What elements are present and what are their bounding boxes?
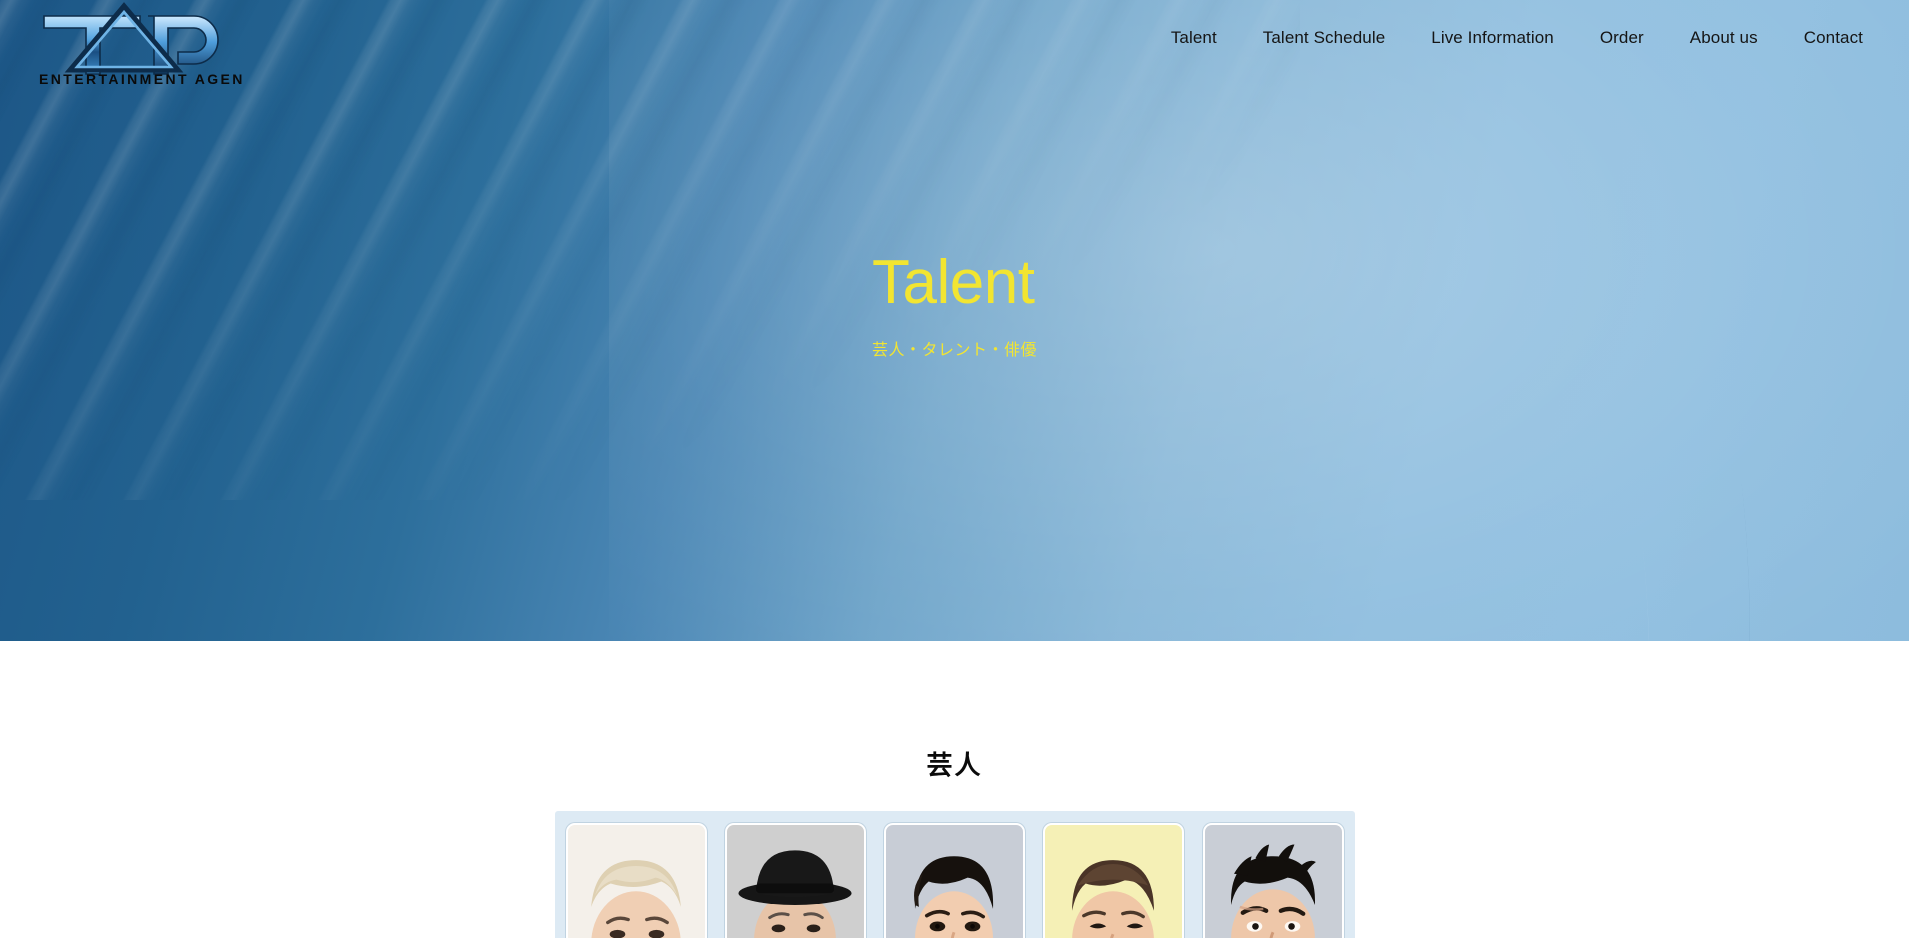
site-header: ENTERTAINMENT AGENCY Talent Talent Sched… [0,0,1909,90]
talent-card[interactable] [1043,823,1185,938]
hero-glow [609,0,1909,641]
talent-card[interactable] [1202,823,1344,938]
talent-portrait-4-image [1045,825,1183,938]
talent-card-rail [554,811,1355,938]
hero-title: Talent [872,248,1035,317]
hero-banner: ENTERTAINMENT AGENCY Talent Talent Sched… [0,0,1909,641]
main-navigation[interactable]: Talent Talent Schedule Live Information … [1148,28,1879,48]
talent-portrait-1-image [567,825,705,938]
tap-logo-icon: ENTERTAINMENT AGENCY [39,2,267,87]
nav-item-about-us[interactable]: About us [1667,28,1781,48]
hero-copy: Talent 芸人・タレント・俳優 [872,252,1037,360]
nav-item-talent[interactable]: Talent [1148,28,1240,48]
section-title-geinin: 芸人 [926,750,983,780]
talent-card[interactable] [724,823,866,938]
talent-portrait-3-image [886,825,1023,938]
nav-item-live-information[interactable]: Live Information [1408,28,1577,48]
nav-item-talent-schedule[interactable]: Talent Schedule [1240,28,1408,48]
tap-logo[interactable]: ENTERTAINMENT AGENCY [28,2,267,87]
talent-portrait-2-image [726,825,864,938]
nav-item-order[interactable]: Order [1577,28,1667,48]
hero-subtitle: 芸人・タレント・俳優 [872,342,1038,359]
talent-card[interactable] [884,823,1025,938]
logo-tagline-text: ENTERTAINMENT AGENCY [39,71,242,87]
talent-card[interactable] [565,823,707,938]
talent-section: 芸人 [0,641,1909,938]
talent-portrait-5-image [1204,825,1342,938]
nav-item-contact[interactable]: Contact [1781,28,1879,48]
